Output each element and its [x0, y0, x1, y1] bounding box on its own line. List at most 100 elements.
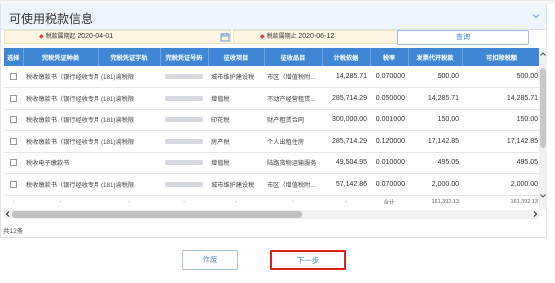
- cell-rate: 0.010000: [370, 152, 408, 174]
- column-header: 征收品目: [264, 48, 323, 66]
- cell-tax: 2,000.00: [408, 173, 462, 196]
- end-date-value[interactable]: 2020-06-12: [298, 33, 334, 40]
- total-dash: -: [183, 198, 185, 205]
- void-button[interactable]: 作废: [182, 250, 238, 270]
- table-row[interactable]: 税收电子缴款书 增值税 陆路货物运输服务 49,504.95 0.010000 …: [4, 152, 539, 174]
- cell-tax: 150.00: [408, 109, 462, 131]
- cell-item: 市区（增值税附...: [264, 173, 322, 196]
- arrow-left-icon[interactable]: [4, 210, 12, 218]
- cell-project: 印花税: [208, 109, 264, 131]
- total-dash: -: [292, 198, 294, 205]
- cell-item: 财产租赁合同: [264, 109, 322, 131]
- horizontal-scrollbar[interactable]: [4, 210, 539, 219]
- cell-deduct: 150.00: [462, 109, 539, 131]
- cell-deduct: 14,285.71: [462, 87, 539, 110]
- horizontal-scroll-thumb[interactable]: [12, 211, 302, 218]
- cell-rate: 0.070000: [370, 66, 408, 88]
- row-checkbox[interactable]: [10, 159, 17, 167]
- cell-voucher-type: 税收缴款书（银行经收专用）: [23, 173, 98, 196]
- panel-header[interactable]: 可使用税款信息: [1, 4, 546, 30]
- arrow-right-icon[interactable]: [531, 210, 539, 218]
- start-date-field[interactable]: ◆ 税款属期起 2020-04-01: [4, 30, 231, 44]
- required-mark: ◆: [39, 34, 44, 40]
- total-tax: 161,392.13: [431, 198, 459, 205]
- cell-rate: 0.001000: [370, 109, 408, 131]
- table-row[interactable]: 税收缴款书（银行经收专用） (181)渝税限 印花税 财产租赁合同 300,00…: [4, 109, 539, 131]
- cell-project: 增值税: [208, 87, 264, 110]
- cell-deduct: 495.05: [462, 152, 539, 174]
- cell-voucher-type: 税收缴款书（银行经收专用）: [23, 109, 98, 131]
- cell-voucher-track: (181)渝税限: [98, 66, 160, 88]
- cell-tax: 17,142.85: [408, 130, 462, 153]
- row-checkbox[interactable]: [10, 73, 17, 80]
- cell-voucher-track: (181)渝税限: [98, 87, 160, 110]
- tax-table: 选择 完税凭证种类 完税凭证字轨 完税凭证号码 征收项目 征收品目 计税依据 税…: [4, 48, 539, 210]
- redacted-voucher-number: [165, 138, 203, 144]
- redacted-voucher-number: [165, 95, 203, 101]
- cell-item: 陆路货物运输服务: [264, 152, 322, 174]
- total-label: 合计: [383, 199, 395, 206]
- chevron-down-icon[interactable]: [530, 10, 542, 22]
- cell-item: 个人出租住房: [264, 130, 322, 153]
- table-header-row: 选择 完税凭证种类 完税凭证字轨 完税凭证号码 征收项目 征收品目 计税依据 税…: [4, 48, 539, 66]
- total-dash: -: [59, 198, 62, 205]
- table-row[interactable]: 税收缴款书（银行经收专用） (181)渝税限 城市维护建设税 市区（增值税附..…: [4, 66, 539, 88]
- cell-voucher-track: (181)渝税限: [98, 130, 160, 153]
- table-row[interactable]: 税收缴款书（银行经收专用） (181)渝税限 城市维护建设税 市区（增值税附..…: [4, 173, 539, 196]
- cell-tax: 495.05: [408, 152, 462, 174]
- redacted-voucher-number: [165, 117, 203, 123]
- query-button[interactable]: 查询: [397, 30, 529, 45]
- total-deduct: 161,392.13: [510, 198, 538, 205]
- cell-item: 不动产经营租赁...: [264, 87, 322, 110]
- row-checkbox[interactable]: [10, 180, 17, 188]
- cell-deduct: 500.00: [462, 66, 539, 88]
- record-count: 共12条: [3, 228, 24, 235]
- cell-project: 城市维护建设税: [208, 173, 264, 196]
- start-date-value[interactable]: 2020-04-01: [77, 33, 113, 40]
- column-header: 征收项目: [208, 48, 265, 66]
- cell-tax: 500.00: [408, 66, 462, 88]
- arrow-down-icon[interactable]: [539, 192, 547, 200]
- vertical-scrollbar[interactable]: [539, 48, 547, 210]
- cell-project: 增值税: [208, 152, 264, 174]
- column-header: 选择: [4, 48, 24, 66]
- panel-title: 可使用税款信息: [9, 12, 94, 26]
- redacted-voucher-number: [165, 160, 203, 166]
- cell-deduct: 17,142.85: [462, 130, 539, 153]
- cell-basis: 57,142.86: [322, 173, 370, 196]
- row-checkbox[interactable]: [10, 94, 17, 102]
- total-dash: -: [235, 198, 237, 205]
- end-date-label: 税款属期止: [266, 34, 297, 40]
- vertical-scroll-thumb[interactable]: [540, 68, 546, 148]
- cell-rate: 0.070000: [370, 173, 408, 196]
- table-row[interactable]: 税收缴款书（银行经收专用） (181)渝税限 房产税 个人出租住房 285,71…: [4, 130, 539, 153]
- column-header: 完税凭证号码: [160, 48, 209, 66]
- calendar-icon[interactable]: [220, 32, 230, 42]
- column-header: 计税依据: [322, 48, 371, 66]
- cell-voucher-track: [98, 152, 160, 174]
- cell-rate: 0.120000: [370, 130, 408, 153]
- table-row[interactable]: 税收缴款书（银行经收专用） (181)渝税限 增值税 不动产经营租赁... 28…: [4, 87, 539, 110]
- cell-voucher-type: 税收缴款书（银行经收专用）: [23, 130, 98, 153]
- cell-voucher-type: 税收缴款书（银行经收专用）: [23, 87, 98, 110]
- arrow-up-icon[interactable]: [539, 50, 547, 58]
- cell-basis: 285,714.29: [322, 130, 370, 153]
- column-header: 税率: [370, 48, 409, 66]
- start-date-label: 税款属期起: [45, 34, 76, 40]
- cell-voucher-track: (181)渝税限: [98, 173, 160, 196]
- total-dash: -: [345, 198, 347, 205]
- row-checkbox[interactable]: [10, 137, 17, 145]
- redacted-voucher-number: [165, 73, 203, 79]
- cell-deduct: 2,000.00: [462, 173, 539, 196]
- column-header: 完税凭证种类: [23, 48, 99, 66]
- cell-project: 城市维护建设税: [208, 66, 264, 88]
- row-checkbox[interactable]: [10, 116, 17, 124]
- cell-item: 市区（增值税附...: [264, 66, 322, 88]
- end-date-field[interactable]: ◆ 税款属期止 2020-06-12: [233, 30, 410, 44]
- column-header: 完税凭证字轨: [98, 48, 161, 66]
- cell-basis: 285,714.29: [322, 87, 370, 110]
- cell-voucher-track: (181)渝税限: [98, 109, 160, 131]
- next-step-button[interactable]: 下一步: [270, 250, 346, 270]
- required-mark: ◆: [260, 34, 265, 40]
- cell-voucher-type: 税收缴款书（银行经收专用）: [23, 66, 98, 88]
